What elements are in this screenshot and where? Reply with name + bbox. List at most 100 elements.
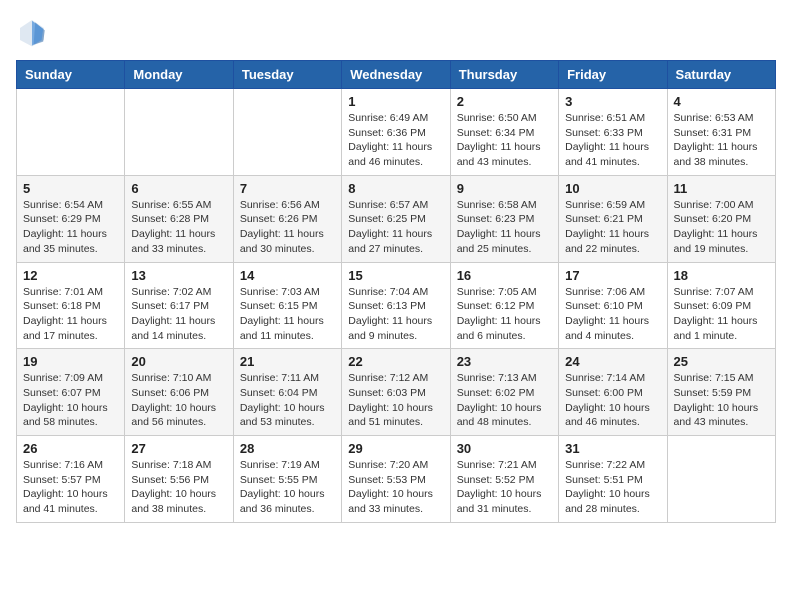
day-header-wednesday: Wednesday bbox=[342, 61, 450, 89]
calendar-cell: 21Sunrise: 7:11 AM Sunset: 6:04 PM Dayli… bbox=[233, 349, 341, 436]
calendar-cell: 17 Sunrise: 7:06 AM Sunset: 6:10 PM Dayli… bbox=[559, 262, 667, 349]
logo bbox=[16, 16, 52, 48]
day-info: Sunrise: 7:15 AM Sunset: 5:59 PM Dayligh… bbox=[674, 371, 769, 430]
day-number: 16 bbox=[457, 268, 552, 283]
day-info: Sunrise: 7:19 AM Sunset: 5:55 PM Dayligh… bbox=[240, 458, 335, 517]
day-number: 21 bbox=[240, 354, 335, 369]
logo-icon bbox=[16, 16, 48, 48]
day-info: Sunrise: 7:07 AM Sunset: 6:09 PM Dayligh… bbox=[674, 285, 769, 344]
day-number: 5 bbox=[23, 181, 118, 196]
day-info: Sunrise: 6:56 AM Sunset: 6:26 PM Dayligh… bbox=[240, 198, 335, 257]
calendar-cell: 8Sunrise: 6:57 AM Sunset: 6:25 PM Daylig… bbox=[342, 175, 450, 262]
calendar-cell: 18Sunrise: 7:07 AM Sunset: 6:09 PM Dayli… bbox=[667, 262, 775, 349]
day-number: 19 bbox=[23, 354, 118, 369]
day-header-sunday: Sunday bbox=[17, 61, 125, 89]
calendar-cell: 27Sunrise: 7:18 AM Sunset: 5:56 PM Dayli… bbox=[125, 436, 233, 523]
day-info: Sunrise: 7:21 AM Sunset: 5:52 PM Dayligh… bbox=[457, 458, 552, 517]
day-info: Sunrise: 7:03 AM Sunset: 6:15 PM Dayligh… bbox=[240, 285, 335, 344]
calendar-cell: 19 Sunrise: 7:09 AM Sunset: 6:07 PM Dayli… bbox=[17, 349, 125, 436]
day-number: 26 bbox=[23, 441, 118, 456]
calendar-cell: 25 Sunrise: 7:15 AM Sunset: 5:59 PM Dayli… bbox=[667, 349, 775, 436]
day-info: Sunrise: 6:51 AM Sunset: 6:33 PM Dayligh… bbox=[565, 111, 660, 170]
day-number: 22 bbox=[348, 354, 443, 369]
day-header-friday: Friday bbox=[559, 61, 667, 89]
day-info: Sunrise: 7:01 AM Sunset: 6:18 PM Dayligh… bbox=[23, 285, 118, 344]
calendar-cell: 24Sunrise: 7:14 AM Sunset: 6:00 PM Dayli… bbox=[559, 349, 667, 436]
day-info: Sunrise: 7:22 AM Sunset: 5:51 PM Dayligh… bbox=[565, 458, 660, 517]
day-info: Sunrise: 6:59 AM Sunset: 6:21 PM Dayligh… bbox=[565, 198, 660, 257]
day-number: 3 bbox=[565, 94, 660, 109]
day-info: Sunrise: 7:00 AM Sunset: 6:20 PM Dayligh… bbox=[674, 198, 769, 257]
calendar-cell bbox=[17, 89, 125, 176]
calendar-cell bbox=[667, 436, 775, 523]
day-header-saturday: Saturday bbox=[667, 61, 775, 89]
calendar-cell: 14 Sunrise: 7:03 AM Sunset: 6:15 PM Dayli… bbox=[233, 262, 341, 349]
day-number: 20 bbox=[131, 354, 226, 369]
calendar-cell: 22 Sunrise: 7:12 AM Sunset: 6:03 PM Dayli… bbox=[342, 349, 450, 436]
day-number: 17 bbox=[565, 268, 660, 283]
day-info: Sunrise: 7:10 AM Sunset: 6:06 PM Dayligh… bbox=[131, 371, 226, 430]
calendar-header-row: SundayMondayTuesdayWednesdayThursdayFrid… bbox=[17, 61, 776, 89]
day-number: 6 bbox=[131, 181, 226, 196]
day-info: Sunrise: 6:55 AM Sunset: 6:28 PM Dayligh… bbox=[131, 198, 226, 257]
calendar-cell: 2 Sunrise: 6:50 AM Sunset: 6:34 PM Daylig… bbox=[450, 89, 558, 176]
calendar-cell: 20 Sunrise: 7:10 AM Sunset: 6:06 PM Dayli… bbox=[125, 349, 233, 436]
day-info: Sunrise: 6:58 AM Sunset: 6:23 PM Dayligh… bbox=[457, 198, 552, 257]
day-number: 31 bbox=[565, 441, 660, 456]
calendar-week-row: 1Sunrise: 6:49 AM Sunset: 6:36 PM Daylig… bbox=[17, 89, 776, 176]
calendar-week-row: 19 Sunrise: 7:09 AM Sunset: 6:07 PM Dayli… bbox=[17, 349, 776, 436]
calendar-cell: 29Sunrise: 7:20 AM Sunset: 5:53 PM Dayli… bbox=[342, 436, 450, 523]
day-number: 4 bbox=[674, 94, 769, 109]
calendar-cell bbox=[233, 89, 341, 176]
day-number: 14 bbox=[240, 268, 335, 283]
calendar-cell: 4 Sunrise: 6:53 AM Sunset: 6:31 PM Daylig… bbox=[667, 89, 775, 176]
calendar-week-row: 5 Sunrise: 6:54 AM Sunset: 6:29 PM Daylig… bbox=[17, 175, 776, 262]
day-info: Sunrise: 7:02 AM Sunset: 6:17 PM Dayligh… bbox=[131, 285, 226, 344]
calendar-cell bbox=[125, 89, 233, 176]
calendar-cell: 9Sunrise: 6:58 AM Sunset: 6:23 PM Daylig… bbox=[450, 175, 558, 262]
day-number: 10 bbox=[565, 181, 660, 196]
day-header-tuesday: Tuesday bbox=[233, 61, 341, 89]
day-number: 25 bbox=[674, 354, 769, 369]
day-number: 2 bbox=[457, 94, 552, 109]
day-number: 12 bbox=[23, 268, 118, 283]
day-info: Sunrise: 7:13 AM Sunset: 6:02 PM Dayligh… bbox=[457, 371, 552, 430]
day-header-thursday: Thursday bbox=[450, 61, 558, 89]
calendar-cell: 12 Sunrise: 7:01 AM Sunset: 6:18 PM Dayli… bbox=[17, 262, 125, 349]
day-info: Sunrise: 7:20 AM Sunset: 5:53 PM Dayligh… bbox=[348, 458, 443, 517]
calendar-cell: 15 Sunrise: 7:04 AM Sunset: 6:13 PM Dayli… bbox=[342, 262, 450, 349]
day-number: 7 bbox=[240, 181, 335, 196]
day-number: 15 bbox=[348, 268, 443, 283]
day-number: 13 bbox=[131, 268, 226, 283]
day-number: 23 bbox=[457, 354, 552, 369]
day-number: 8 bbox=[348, 181, 443, 196]
calendar-cell: 31 Sunrise: 7:22 AM Sunset: 5:51 PM Dayli… bbox=[559, 436, 667, 523]
calendar-cell: 30 Sunrise: 7:21 AM Sunset: 5:52 PM Dayli… bbox=[450, 436, 558, 523]
day-number: 28 bbox=[240, 441, 335, 456]
day-header-monday: Monday bbox=[125, 61, 233, 89]
page-header bbox=[16, 16, 776, 48]
day-info: Sunrise: 6:50 AM Sunset: 6:34 PM Dayligh… bbox=[457, 111, 552, 170]
calendar-cell: 1Sunrise: 6:49 AM Sunset: 6:36 PM Daylig… bbox=[342, 89, 450, 176]
calendar-cell: 23 Sunrise: 7:13 AM Sunset: 6:02 PM Dayli… bbox=[450, 349, 558, 436]
day-info: Sunrise: 6:49 AM Sunset: 6:36 PM Dayligh… bbox=[348, 111, 443, 170]
calendar-week-row: 12 Sunrise: 7:01 AM Sunset: 6:18 PM Dayli… bbox=[17, 262, 776, 349]
calendar-cell: 10 Sunrise: 6:59 AM Sunset: 6:21 PM Dayli… bbox=[559, 175, 667, 262]
day-info: Sunrise: 7:04 AM Sunset: 6:13 PM Dayligh… bbox=[348, 285, 443, 344]
calendar-week-row: 26Sunrise: 7:16 AM Sunset: 5:57 PM Dayli… bbox=[17, 436, 776, 523]
day-info: Sunrise: 7:12 AM Sunset: 6:03 PM Dayligh… bbox=[348, 371, 443, 430]
day-number: 30 bbox=[457, 441, 552, 456]
day-number: 24 bbox=[565, 354, 660, 369]
calendar-cell: 16 Sunrise: 7:05 AM Sunset: 6:12 PM Dayli… bbox=[450, 262, 558, 349]
day-number: 27 bbox=[131, 441, 226, 456]
calendar-cell: 6 Sunrise: 6:55 AM Sunset: 6:28 PM Daylig… bbox=[125, 175, 233, 262]
day-info: Sunrise: 6:53 AM Sunset: 6:31 PM Dayligh… bbox=[674, 111, 769, 170]
calendar-cell: 7 Sunrise: 6:56 AM Sunset: 6:26 PM Daylig… bbox=[233, 175, 341, 262]
day-info: Sunrise: 7:05 AM Sunset: 6:12 PM Dayligh… bbox=[457, 285, 552, 344]
day-info: Sunrise: 7:09 AM Sunset: 6:07 PM Dayligh… bbox=[23, 371, 118, 430]
day-info: Sunrise: 6:54 AM Sunset: 6:29 PM Dayligh… bbox=[23, 198, 118, 257]
day-info: Sunrise: 7:06 AM Sunset: 6:10 PM Dayligh… bbox=[565, 285, 660, 344]
calendar-table: SundayMondayTuesdayWednesdayThursdayFrid… bbox=[16, 60, 776, 523]
calendar-cell: 26Sunrise: 7:16 AM Sunset: 5:57 PM Dayli… bbox=[17, 436, 125, 523]
calendar-cell: 5 Sunrise: 6:54 AM Sunset: 6:29 PM Daylig… bbox=[17, 175, 125, 262]
